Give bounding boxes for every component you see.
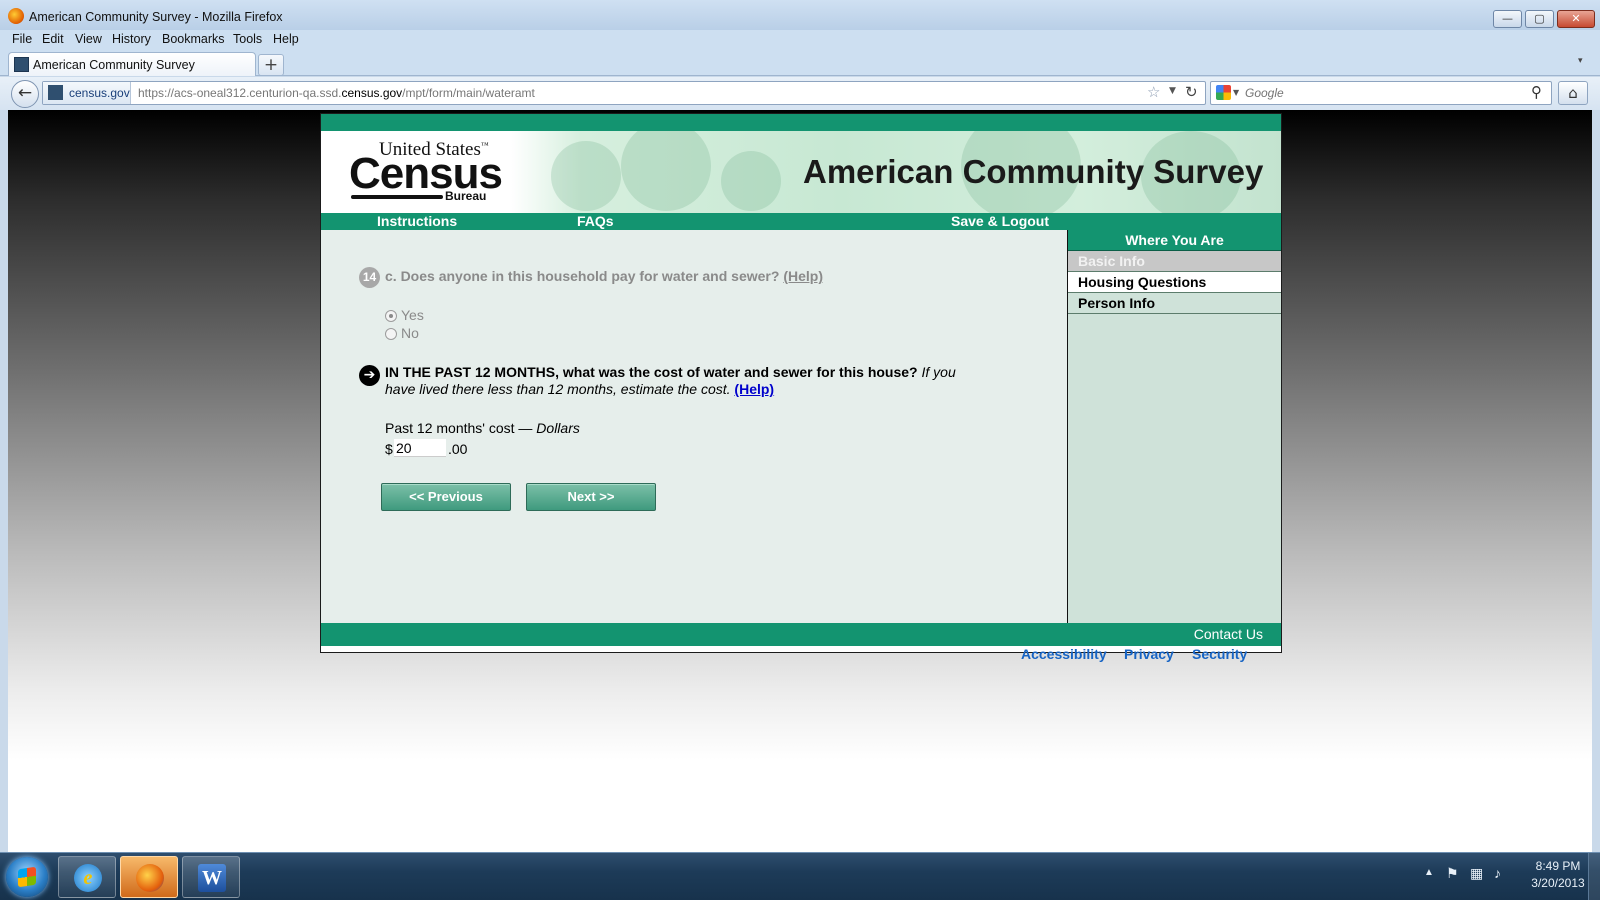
menu-history[interactable]: History [112,32,151,46]
accessibility-link[interactable]: Accessibility [1021,646,1107,662]
census-bureau-logo[interactable]: United States™ Census Bureau [349,139,503,205]
menu-view[interactable]: View [75,32,102,46]
sidebar-item-person-info[interactable]: Person Info [1068,293,1281,314]
help-link-q14c[interactable]: (Help) [783,268,823,284]
chevron-down-icon[interactable]: ▼ [1169,86,1176,96]
maximize-button[interactable]: ▢ [1525,10,1554,28]
back-button[interactable]: ← [11,80,39,108]
address-bar[interactable]: census.gov https://acs-oneal312.centurio… [42,81,1206,105]
google-icon[interactable] [1216,85,1231,100]
radio-yes[interactable] [385,310,397,322]
currency-symbol: $ [385,441,393,457]
radio-no[interactable] [385,328,397,340]
site-footer: Contact Us [321,623,1281,646]
census-favicon-icon [48,85,63,100]
menu-file[interactable]: File [12,32,32,46]
window-title: American Community Survey - Mozilla Fire… [29,10,283,24]
firefox-icon [136,864,164,892]
option-yes-label: Yes [401,307,424,323]
page-viewport: United States™ Census Bureau American Co… [8,110,1592,852]
survey-page: United States™ Census Bureau American Co… [320,113,1282,653]
action-center-flag-icon[interactable]: ⚑ [1446,865,1459,882]
taskbar: e W ▲ ⚑ ▦ ♪ 8:49 PM 3/20/2013 [0,852,1600,900]
tab-american-community-survey[interactable]: American Community Survey [8,52,256,76]
banner-title: American Community Survey [803,153,1264,190]
banner-photo-shape [621,131,711,211]
contact-us-link[interactable]: Contact Us [1194,626,1263,642]
word-icon: W [198,864,226,892]
arrow-right-icon: ➔ [359,365,380,386]
site-banner: United States™ Census Bureau American Co… [321,131,1281,213]
show-hidden-icons-icon[interactable]: ▲ [1424,867,1434,878]
close-button[interactable]: ✕ [1557,10,1595,28]
question-water-cost-text: IN THE PAST 12 MONTHS, what was the cost… [385,364,956,397]
cost-label: Past 12 months' cost — Dollars [385,420,580,436]
previous-button[interactable]: << Previous [381,483,511,511]
security-link[interactable]: Security [1192,646,1247,662]
nav-faqs-link[interactable]: FAQs [577,213,614,230]
url-text[interactable]: https://acs-oneal312.centurion-qa.ssd.ce… [138,86,535,100]
taskbar-word[interactable]: W [182,856,240,898]
nav-instructions-link[interactable]: Instructions [377,213,457,230]
search-input[interactable] [1245,85,1515,101]
census-favicon-icon [14,57,29,72]
identity-domain: census.gov [69,86,130,100]
windows-logo-icon [18,866,36,888]
menu-edit[interactable]: Edit [42,32,64,46]
sidebar-item-housing-questions[interactable]: Housing Questions [1068,272,1281,293]
search-engine-dropdown-icon[interactable]: ▼ [1233,88,1239,97]
menu-tools[interactable]: Tools [233,32,262,46]
help-link-water-cost[interactable]: (Help) [734,381,774,397]
magnifier-icon[interactable]: ⚲ [1531,83,1542,101]
banner-photo-shape [551,141,621,211]
minimize-button[interactable]: — [1493,10,1522,28]
home-icon: ⌂ [1568,84,1578,102]
clock-time[interactable]: 8:49 PM [1526,859,1590,873]
site-nav: Instructions FAQs Save & Logout [321,213,1281,230]
volume-icon[interactable]: ♪ [1494,865,1501,881]
tab-strip: American Community Survey + ▾ [0,50,1600,76]
banner-photo-shape [721,151,781,211]
reload-icon[interactable]: ↻ [1185,83,1198,101]
home-button[interactable]: ⌂ [1558,81,1588,105]
privacy-link[interactable]: Privacy [1124,646,1174,662]
question-number-badge: 14 [359,267,380,288]
site-identity-button[interactable]: census.gov [43,82,131,104]
start-button[interactable] [6,857,48,897]
question-area: 14 c. Does anyone in this household pay … [321,230,1067,623]
water-cost-input[interactable] [394,439,446,457]
tab-label: American Community Survey [33,58,195,72]
tab-list-icon[interactable]: ▾ [1578,56,1583,66]
firefox-icon [8,8,24,24]
nav-save-logout-link[interactable]: Save & Logout [951,213,1049,230]
back-arrow-icon: ← [17,83,33,103]
next-button[interactable]: Next >> [526,483,656,511]
where-you-are-heading: Where You Are [1068,230,1281,251]
window-titlebar: American Community Survey - Mozilla Fire… [0,0,1600,30]
system-tray: ▲ ⚑ ▦ ♪ 8:49 PM 3/20/2013 [1418,853,1600,900]
taskbar-internet-explorer[interactable]: e [58,856,116,898]
star-icon[interactable]: ☆ [1147,83,1160,101]
sidebar-item-basic-info[interactable]: Basic Info [1068,251,1281,272]
menu-help[interactable]: Help [273,32,299,46]
question-14c-text: c. Does anyone in this household pay for… [385,268,823,284]
logo-bureau: Bureau [445,189,487,203]
new-tab-button[interactable]: + [258,54,284,76]
option-no-label: No [401,325,419,341]
logo-rule [351,195,443,199]
where-you-are-panel: Where You Are Basic Info Housing Questio… [1067,230,1281,623]
network-icon[interactable]: ▦ [1470,865,1483,882]
top-strip [321,114,1281,131]
internet-explorer-icon: e [74,864,102,892]
menu-bar: File Edit View History Bookmarks Tools H… [0,30,1600,50]
show-desktop-button[interactable] [1588,853,1600,900]
navigation-toolbar: ← census.gov https://acs-oneal312.centur… [0,77,1600,110]
menu-bookmarks[interactable]: Bookmarks [162,32,225,46]
search-bar: ▼ ⚲ [1210,81,1552,105]
cents-suffix: .00 [448,441,468,457]
footer-links: Accessibility Privacy Security [321,646,1283,666]
clock-date[interactable]: 3/20/2013 [1526,876,1590,890]
taskbar-firefox[interactable] [120,856,178,898]
